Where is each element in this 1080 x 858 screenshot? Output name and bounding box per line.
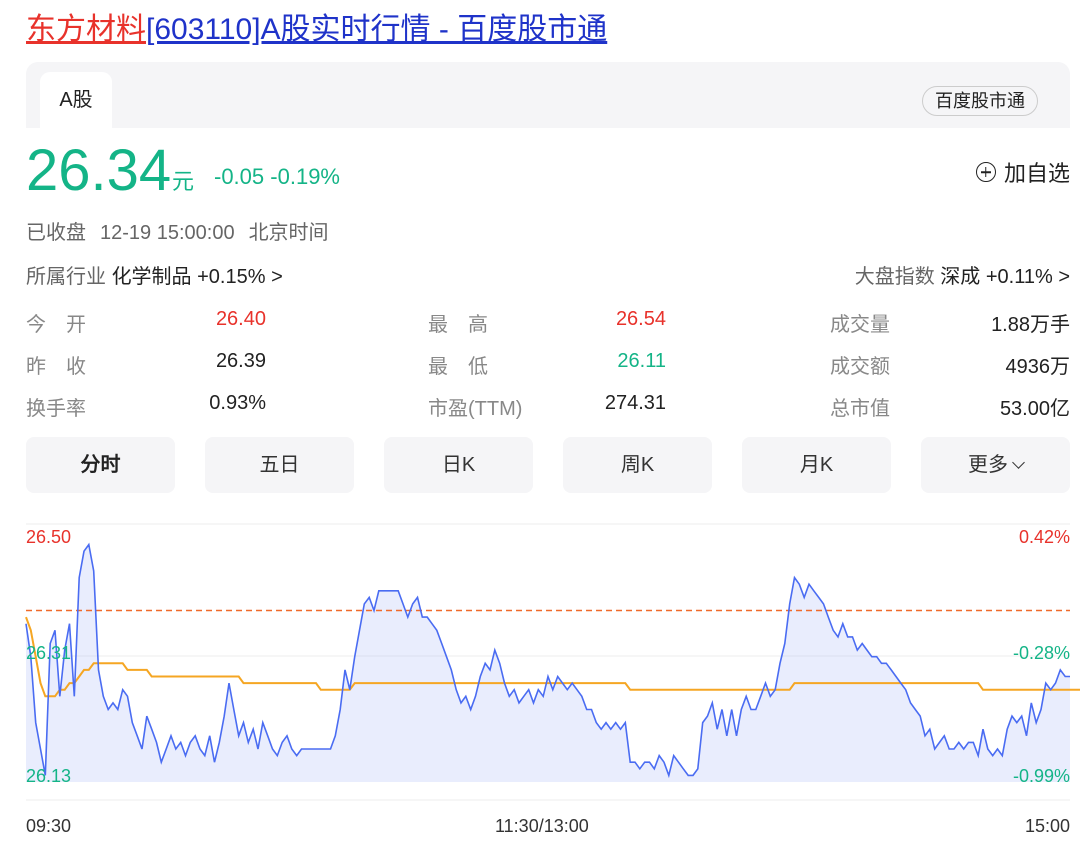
period-tabs: 分时 五日 日K 周K 月K 更多 xyxy=(26,437,1070,493)
stats-row: 今 开 26.40 最 高 26.54 成交量 1.88万手 xyxy=(26,302,1070,344)
industry-link[interactable]: 所属行业 化学制品 +0.15% > xyxy=(26,260,283,289)
stat-low-value: 26.11 xyxy=(617,350,666,372)
intraday-chart-svg xyxy=(25,523,1080,801)
stat-prev-close-value: 26.39 xyxy=(215,350,266,372)
stat-amount-value: 4936万 xyxy=(1005,356,1071,378)
stat-open-label: 今 开 xyxy=(26,314,86,336)
stat-prev-close-label: 昨 收 xyxy=(26,356,86,378)
page-title-link[interactable]: [603110]A股实时行情 - 百度股市通 xyxy=(146,13,607,46)
tab-a-share[interactable]: A股 xyxy=(40,72,112,128)
quote-stats: 今 开 26.40 最 高 26.54 成交量 1.88万手 昨 收 26.39… xyxy=(26,302,1070,428)
stat-market-cap-label: 总市值 xyxy=(830,398,890,420)
tab-monthly-k[interactable]: 月K xyxy=(742,437,891,493)
x-tick: 11:30/13:00 xyxy=(495,816,589,836)
x-tick: 15:00 xyxy=(1024,816,1070,836)
stat-turnover-value: 0.93% xyxy=(209,392,266,414)
brand-badge[interactable]: 百度股市通 xyxy=(922,86,1038,116)
index-link[interactable]: 大盘指数 深成 +0.11% > xyxy=(855,260,1070,289)
y-right-tick: 0.42% xyxy=(1018,527,1070,547)
stat-volume-value: 1.88万手 xyxy=(991,314,1070,336)
tab-five-day[interactable]: 五日 xyxy=(205,437,354,493)
y-left-tick: 26.50 xyxy=(26,527,72,547)
tab-daily-k[interactable]: 日K xyxy=(384,437,533,493)
change-value: -0.05 xyxy=(214,164,265,189)
stat-high-value: 26.54 xyxy=(615,308,666,330)
y-left-tick: 26.31 xyxy=(26,643,72,663)
chevron-right-icon: > xyxy=(1058,266,1070,288)
market-status: 已收盘 12-19 15:00:00 北京时间 xyxy=(26,216,343,245)
stats-row: 换手率 0.93% 市盈(TTM) 274.31 总市值 53.00亿 xyxy=(26,386,1070,428)
stat-high-label: 最 高 xyxy=(428,314,488,336)
time-zone: 北京时间 xyxy=(248,222,329,244)
tab-weekly-k[interactable]: 周K xyxy=(563,437,712,493)
stat-pe-value: 274.31 xyxy=(604,392,666,414)
stock-name-link[interactable]: 东方材料 xyxy=(26,13,146,46)
industry-change: +0.15% xyxy=(197,266,266,288)
chevron-down-icon xyxy=(1012,456,1025,469)
y-left-tick: 26.13 xyxy=(26,766,72,786)
current-price: 26.34 xyxy=(26,138,172,203)
y-right-tick: -0.99% xyxy=(1012,766,1070,786)
page-title[interactable]: 东方材料[603110]A股实时行情 - 百度股市通 xyxy=(26,10,607,50)
market-time: 12-19 15:00:00 xyxy=(100,222,235,244)
stat-pe-label: 市盈(TTM) xyxy=(428,398,523,420)
plus-circle-icon xyxy=(975,162,996,182)
index-label: 大盘指数 xyxy=(854,266,935,288)
price-unit: 元 xyxy=(172,169,195,194)
change-percent: -0.19% xyxy=(270,164,340,189)
average-price-line xyxy=(25,616,1080,698)
index-name: 深成 xyxy=(940,266,981,288)
more-label: 更多 xyxy=(968,454,1008,476)
index-change: +0.11% xyxy=(985,266,1053,288)
intraday-chart[interactable]: 26.50 26.31 26.13 0.42% -0.28% -0.99% 09… xyxy=(0,510,1080,858)
market-tab-bar: A股 百度股市通 xyxy=(26,62,1070,128)
industry-name: 化学制品 xyxy=(111,266,192,288)
x-tick: 09:30 xyxy=(26,816,72,836)
stats-row: 昨 收 26.39 最 低 26.11 成交额 4936万 xyxy=(26,344,1070,386)
tab-more[interactable]: 更多 xyxy=(921,437,1070,493)
stat-turnover-label: 换手率 xyxy=(26,398,86,420)
stat-market-cap-value: 53.00亿 xyxy=(999,398,1070,420)
tab-intraday[interactable]: 分时 xyxy=(26,437,175,493)
stat-volume-label: 成交量 xyxy=(830,314,890,336)
chevron-right-icon: > xyxy=(271,266,283,288)
market-state: 已收盘 xyxy=(26,222,86,244)
stat-low-label: 最 低 xyxy=(428,356,488,378)
stat-open-value: 26.40 xyxy=(215,308,266,330)
watchlist-label: 加自选 xyxy=(1003,161,1070,186)
industry-label: 所属行业 xyxy=(26,266,106,288)
price-change: -0.05 -0.19% xyxy=(214,164,340,190)
y-right-tick: -0.28% xyxy=(1012,643,1070,663)
add-to-watchlist-button[interactable]: 加自选 xyxy=(975,156,1070,188)
stat-amount-label: 成交额 xyxy=(830,356,890,378)
